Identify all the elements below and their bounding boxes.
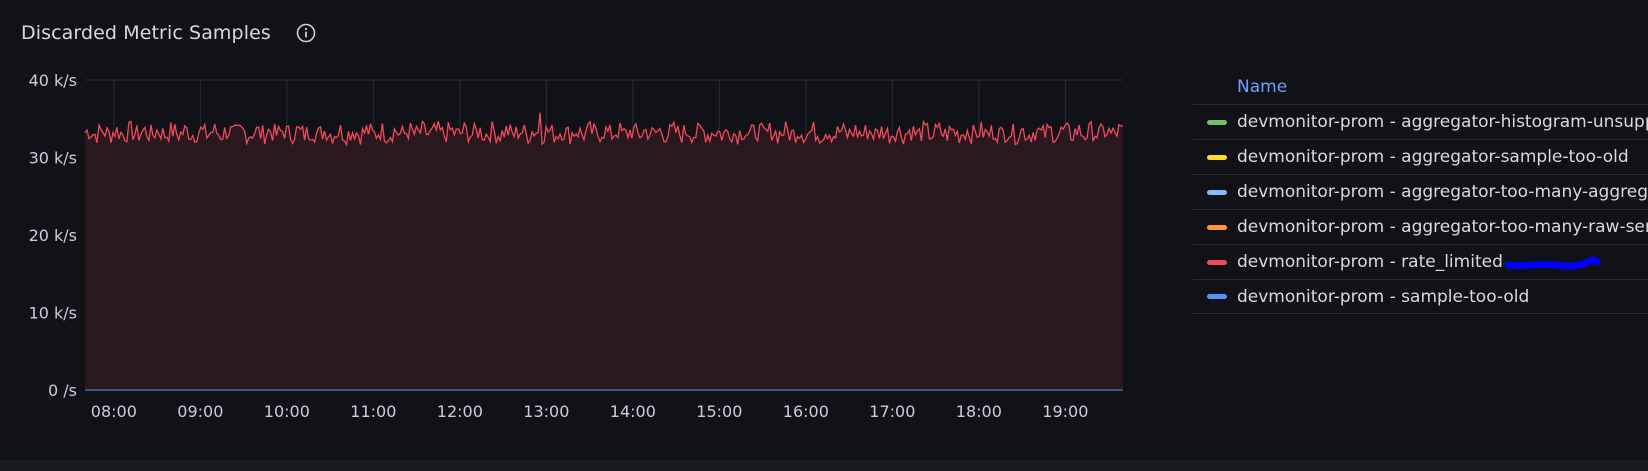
legend-item[interactable]: devmonitor-prom - aggregator-too-many-ra… [1193,209,1648,244]
y-tick-label: 20 k/s [29,226,77,245]
panel-title: Discarded Metric Samples [21,22,271,44]
legend-item[interactable]: devmonitor-prom - aggregator-histogram-u… [1193,104,1648,139]
legend-header-name: Name [1237,77,1288,97]
x-tick-label: 18:00 [956,402,1002,421]
y-axis: 0 /s 10 k/s 20 k/s 30 k/s 40 k/s [29,71,77,400]
chart-legend: Name devmonitor-prom - aggregator-histog… [1193,70,1648,314]
legend-header[interactable]: Name [1193,70,1648,104]
x-axis: 08:00 09:00 10:00 11:00 12:00 13:00 14:00 15:00… [91,402,1089,421]
x-tick-label: 15:00 [696,402,742,421]
legend-item[interactable]: devmonitor-prom - aggregator-too-many-ag… [1193,174,1648,209]
chart-series [84,112,1124,391]
legend-item-label: devmonitor-prom - aggregator-sample-too-… [1237,147,1629,167]
legend-item[interactable]: devmonitor-prom - rate_limited [1193,244,1648,279]
x-tick-label: 16:00 [783,402,829,421]
line-chart[interactable]: 0 /s 10 k/s 20 k/s 30 k/s 40 k/s 08:00 09:00 1… [0,60,1190,460]
x-tick-label: 17:00 [869,402,915,421]
legend-swatch [1207,294,1227,299]
panel-header: Discarded Metric Samples [21,22,317,44]
legend-swatch [1207,154,1227,160]
legend-swatch [1207,119,1227,125]
legend-swatch [1207,259,1227,265]
legend-item-label: devmonitor-prom - aggregator-too-many-ag… [1237,182,1648,202]
y-tick-label: 30 k/s [29,149,77,168]
y-tick-label: 0 /s [48,381,77,400]
x-tick-label: 19:00 [1042,402,1088,421]
legend-item-label: devmonitor-prom - sample-too-old [1237,286,1530,307]
legend-item-label: devmonitor-prom - aggregator-histogram-u… [1237,112,1648,132]
redaction-scribble [1505,256,1600,270]
legend-item-label: devmonitor-prom - aggregator-too-many-ra… [1237,217,1648,237]
legend-item[interactable]: devmonitor-prom - sample-too-old [1193,279,1648,314]
legend-swatch [1207,224,1227,230]
x-tick-label: 11:00 [350,402,396,421]
y-tick-label: 40 k/s [29,71,77,90]
panel-footer-strip [0,460,1648,471]
x-tick-label: 14:00 [610,402,656,421]
series-area-rate-limited [85,112,1123,390]
x-tick-label: 13:00 [523,402,569,421]
x-tick-label: 08:00 [91,402,137,421]
y-tick-label: 10 k/s [29,304,77,323]
legend-swatch [1207,189,1227,195]
x-tick-label: 10:00 [264,402,310,421]
legend-item[interactable]: devmonitor-prom - aggregator-sample-too-… [1193,139,1648,174]
info-circle-icon[interactable] [295,22,317,44]
chart-area[interactable]: 0 /s 10 k/s 20 k/s 30 k/s 40 k/s 08:00 09:00 1… [0,60,1190,460]
x-tick-label: 09:00 [177,402,223,421]
x-tick-label: 12:00 [437,402,483,421]
timeseries-panel: Discarded Metric Samples 0 /s 10 k/s 20 k/… [0,0,1648,471]
legend-item-label: devmonitor-prom - rate_limited [1237,252,1503,272]
